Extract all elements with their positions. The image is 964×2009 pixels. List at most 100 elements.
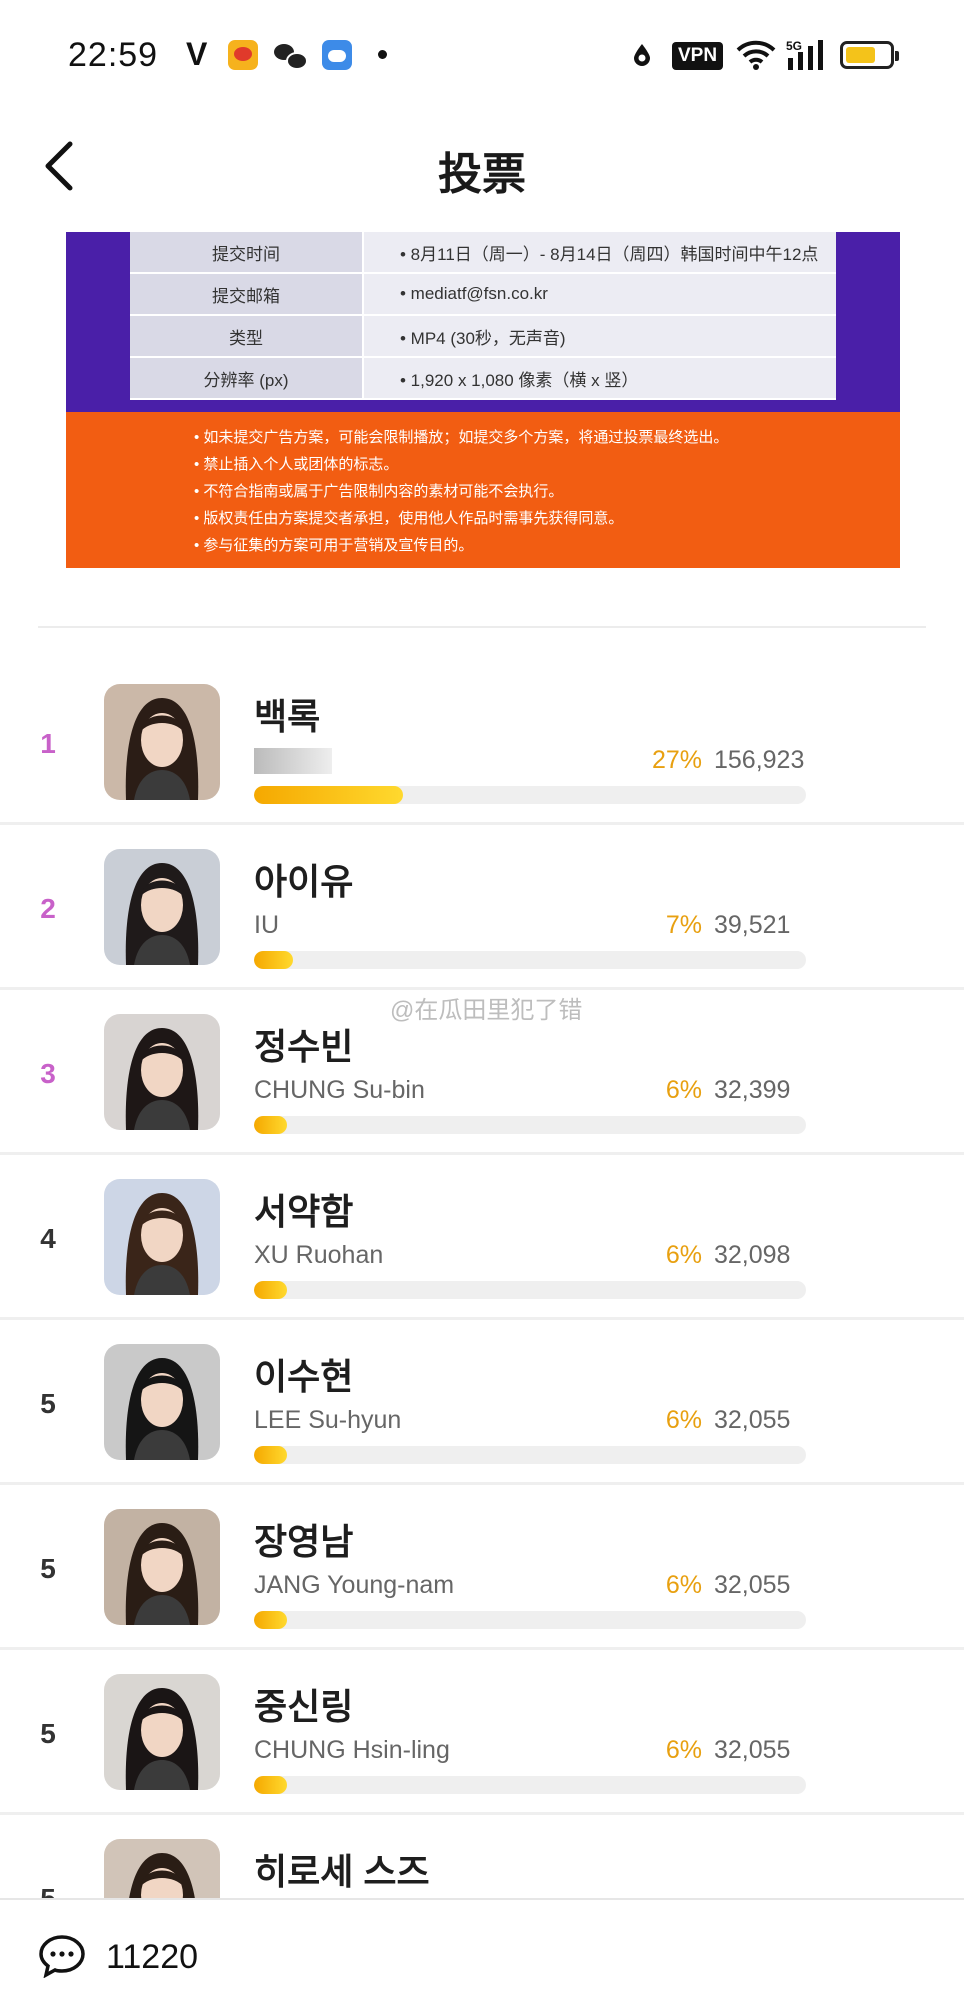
info-banner-image: 提交时间 • 8月11日（周一）- 8月14日（周四）韩国时间中午12点 提交邮箱 •… [66, 232, 900, 568]
portrait-icon [125, 698, 199, 800]
wifi-icon [736, 40, 776, 70]
vote-progress-fill [254, 951, 293, 969]
rank-number: 5 [40, 1553, 56, 1584]
candidate-name: 장영남 [254, 1521, 354, 1562]
portrait-icon [125, 1523, 199, 1625]
vote-progress-fill [254, 1776, 287, 1794]
weather-icon [322, 40, 352, 70]
portrait-icon [125, 1358, 199, 1460]
candidate-english-name: XU Ruohan [254, 1241, 384, 1269]
vote-progress-bar [254, 1281, 806, 1299]
candidate-avatar[interactable] [104, 684, 220, 800]
ranking-row[interactable]: 5 장영남 JANG Young-nam 6% 32,055 [0, 1485, 964, 1650]
blurred-english-name [254, 748, 332, 774]
candidate-english-name: JANG Young-nam [254, 1571, 455, 1599]
vote-percentage: 6% [665, 1736, 702, 1764]
candidate-english-name: LEE Su-hyun [254, 1406, 402, 1434]
banner-table-value: • 8月11日（周一）- 8月14日（周四）韩国时间中午12点 [363, 232, 836, 274]
banner-notes-list: 如未提交广告方案，可能会限制播放；如提交多个方案，将通过投票最终选出。禁止插入个… [194, 424, 728, 559]
cellular-signal-icon: 5G [786, 39, 823, 70]
candidate-name: 아이유 [254, 861, 354, 902]
comment-count[interactable]: 11220 [106, 1938, 198, 1977]
banner-table-key: 分辨率 (px) [130, 357, 364, 400]
rank-number: 3 [40, 1058, 56, 1089]
vote-progress-bar [254, 1776, 806, 1794]
vote-percentage: 6% [665, 1241, 702, 1269]
banner-table-row: 类型 • MP4 (30秒，无声音) [130, 315, 836, 358]
banner-note: 如未提交广告方案，可能会限制播放；如提交多个方案，将通过投票最终选出。 [194, 424, 728, 451]
wechat-icon [274, 40, 308, 70]
candidate-name: 이수현 [254, 1356, 354, 1397]
candidate-english-name: IU [254, 911, 279, 939]
banner-table-value: • 1,920 x 1,080 像素（横 x 竖） [363, 357, 836, 400]
ranking-row[interactable]: 1 백록 27% 156,923 [0, 660, 964, 825]
portrait-icon [125, 1028, 199, 1130]
watermark-text: @在瓜田里犯了错 [390, 997, 583, 1024]
banner-table-key: 类型 [130, 315, 364, 358]
vote-count: 32,098 [714, 1241, 791, 1269]
vote-progress-bar [254, 1116, 806, 1134]
candidate-avatar[interactable] [104, 1674, 220, 1790]
candidate-name: 히로세 스즈 [254, 1851, 430, 1892]
more-notifications-icon [378, 50, 387, 59]
candidate-avatar[interactable] [104, 1179, 220, 1295]
banner-table-row: 提交时间 • 8月11日（周一）- 8月14日（周四）韩国时间中午12点 [130, 232, 836, 274]
vote-progress-fill [254, 1446, 287, 1464]
banner-table-key: 提交时间 [130, 232, 364, 274]
ranking-row[interactable]: 4 서약함 XU Ruohan 6% 32,098 [0, 1155, 964, 1320]
vote-progress-bar [254, 1611, 806, 1629]
banner-table-row: 提交邮箱 • mediatf@fsn.co.kr [130, 273, 836, 316]
banner-table-key: 提交邮箱 [130, 273, 364, 316]
vote-percentage: 27% [651, 746, 702, 774]
ranking-list: 1 백록 27% 156,923 2 아이유 IU 7% 39,521 3 정수빈 CHUNG Su-… [0, 660, 964, 1980]
candidate-english-name: CHUNG Su-bin [254, 1076, 425, 1104]
battery-fill [846, 47, 875, 63]
banner-note: 禁止插入个人或团体的标志。 [194, 451, 728, 478]
ranking-row[interactable]: 5 이수현 LEE Su-hyun 6% 32,055 [0, 1320, 964, 1485]
nav-header: 投票 [0, 120, 964, 210]
section-divider [38, 626, 926, 628]
candidate-avatar[interactable] [104, 849, 220, 965]
banner-table-row: 分辨率 (px) • 1,920 x 1,080 像素（横 x 竖） [130, 357, 836, 400]
comment-icon[interactable] [38, 1934, 86, 1978]
vote-progress-fill [254, 1116, 287, 1134]
vote-progress-fill [254, 1281, 287, 1299]
candidate-avatar[interactable] [104, 1014, 220, 1130]
vote-count: 156,923 [714, 746, 805, 774]
candidate-english-name: CHUNG Hsin-ling [254, 1736, 450, 1764]
banner-table-value: • MP4 (30秒，无声音) [363, 315, 836, 358]
candidate-name: 서약함 [254, 1191, 354, 1232]
banner-notes-panel: 如未提交广告方案，可能会限制播放；如提交多个方案，将通过投票最终选出。禁止插入个… [66, 412, 900, 568]
vote-progress-fill [254, 1611, 287, 1629]
banner-top-panel: 提交时间 • 8月11日（周一）- 8月14日（周四）韩国时间中午12点 提交邮箱 •… [66, 232, 900, 412]
banner-note: 参与征集的方案可用于营销及宣传目的。 [194, 532, 728, 559]
candidate-avatar[interactable] [104, 1509, 220, 1625]
candidate-name: 백록 [254, 696, 321, 737]
vpn-badge: VPN [672, 42, 724, 70]
portrait-icon [125, 1193, 199, 1295]
candidate-name: 중신링 [254, 1686, 354, 1727]
banner-table-value: • mediatf@fsn.co.kr [363, 273, 836, 316]
status-bar: 22:59 V VPN 5G [0, 0, 964, 110]
vote-progress-bar [254, 951, 806, 969]
candidate-name: 정수빈 [254, 1026, 354, 1067]
rank-number: 5 [40, 1718, 56, 1749]
rank-number: 4 [40, 1223, 56, 1254]
vote-percentage: 6% [665, 1571, 702, 1599]
data-saver-icon [634, 44, 650, 66]
page-title: 投票 [438, 150, 526, 199]
vote-percentage: 6% [665, 1076, 702, 1104]
ranking-row[interactable]: 2 아이유 IU 7% 39,521 [0, 825, 964, 990]
vote-count: 32,055 [714, 1736, 791, 1764]
banner-note: 版权责任由方案提交者承担，使用他人作品时需事先获得同意。 [194, 505, 728, 532]
ranking-row[interactable]: 5 중신링 CHUNG Hsin-ling 6% 32,055 [0, 1650, 964, 1815]
rank-number: 2 [40, 893, 56, 924]
submission-info-table: 提交时间 • 8月11日（周一）- 8月14日（周四）韩国时间中午12点 提交邮箱 •… [130, 232, 836, 400]
vote-count: 32,055 [714, 1406, 791, 1434]
vote-progress-bar [254, 786, 806, 804]
vote-percentage: 7% [665, 911, 702, 939]
rank-number: 5 [40, 1388, 56, 1419]
status-time: 22:59 [68, 36, 159, 74]
candidate-avatar[interactable] [104, 1344, 220, 1460]
weibo-icon [228, 40, 258, 70]
